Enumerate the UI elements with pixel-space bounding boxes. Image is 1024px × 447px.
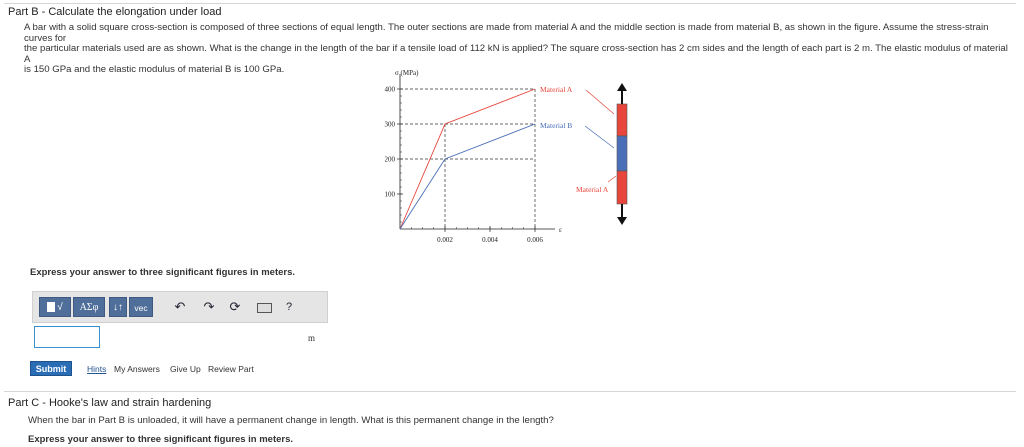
leader-a-bottom <box>607 175 617 183</box>
sqrt-template-button[interactable]: √ <box>39 297 71 317</box>
part-c-divider <box>4 391 1016 392</box>
part-c-prompt: Express your answer to three significant… <box>28 434 294 445</box>
part-b-title[interactable]: Part B - Calculate the elongation under … <box>8 6 221 18</box>
reset-icon[interactable]: ⟳ <box>227 299 243 315</box>
bottom-arrow-icon <box>617 217 627 225</box>
bar-section-b <box>616 135 628 172</box>
leader-b <box>584 125 615 149</box>
sqrt-label: √ <box>57 302 63 313</box>
part-b-prompt: Express your answer to three significant… <box>30 267 296 278</box>
part-c-title-text: Hooke's law and strain hardening <box>48 397 212 409</box>
leader-a-top <box>585 89 615 115</box>
y-tick-label: 100 <box>385 191 396 199</box>
top-arrow-icon <box>617 83 627 91</box>
series-line-material-b <box>399 123 536 230</box>
answer-input[interactable] <box>34 326 100 348</box>
y-tick-label: 200 <box>385 156 396 164</box>
my-answers-link[interactable]: My Answers <box>114 364 160 374</box>
vec-button[interactable]: vec <box>129 297 153 317</box>
part-b-title-text: Calculate the elongation under load <box>48 6 222 18</box>
problem-line-2: the particular materials used are as sho… <box>24 43 1008 65</box>
part-c-sep: - <box>39 397 49 409</box>
y-axis-label: σ (MPa) <box>395 69 419 77</box>
bar-illustration <box>584 83 628 225</box>
x-tick-label: 0.002 <box>437 236 453 244</box>
undo-icon[interactable]: ↶ <box>172 299 188 315</box>
stress-strain-chart: σ (MPa) ε 100 200 300 400 0.002 0.004 0.006 <box>385 69 563 244</box>
help-button[interactable]: ? <box>281 299 297 315</box>
redo-icon[interactable]: ↷ <box>201 299 217 315</box>
hints-link[interactable]: Hints <box>87 364 106 374</box>
material-a-bar-label: Material A <box>576 185 609 194</box>
part-c-label: Part C <box>8 397 40 409</box>
unit-label: m <box>308 333 316 343</box>
top-divider <box>4 3 1016 4</box>
review-part-link[interactable]: Review Part <box>208 364 254 374</box>
material-a-label: Material A <box>540 85 573 94</box>
give-up-link[interactable]: Give Up <box>170 364 201 374</box>
equation-toolbar: √ ΑΣφ ↓↑ vec ↶ ↷ ⟳ ? <box>32 291 328 323</box>
y-tick-label: 300 <box>385 121 396 129</box>
stress-strain-figure: σ (MPa) ε 100 200 300 400 0.002 0.004 0.006 Mate… <box>385 69 628 244</box>
problem-line-1: A bar with a solid square cross-section … <box>24 22 989 44</box>
part-c-title[interactable]: Part C - Hooke's law and strain hardenin… <box>8 397 211 409</box>
greek-symbols-button[interactable]: ΑΣφ <box>73 297 105 317</box>
sort-button[interactable]: ↓↑ <box>109 297 127 317</box>
bar-section-a-bottom <box>616 170 628 205</box>
bar-section-a-top <box>616 103 628 137</box>
material-b-label: Material B <box>540 121 572 130</box>
x-tick-label: 0.004 <box>482 236 498 244</box>
keyboard-icon[interactable] <box>256 299 272 315</box>
part-c-question: When the bar in Part B is unloaded, it w… <box>28 415 554 426</box>
template-box-icon <box>47 302 56 313</box>
submit-button[interactable]: Submit <box>30 361 72 376</box>
part-b-label: Part B <box>8 6 39 18</box>
part-b-sep: - <box>38 6 49 18</box>
x-tick-label: 0.006 <box>527 236 543 244</box>
x-axis-label: ε <box>559 226 562 234</box>
y-tick-label: 400 <box>385 86 396 94</box>
